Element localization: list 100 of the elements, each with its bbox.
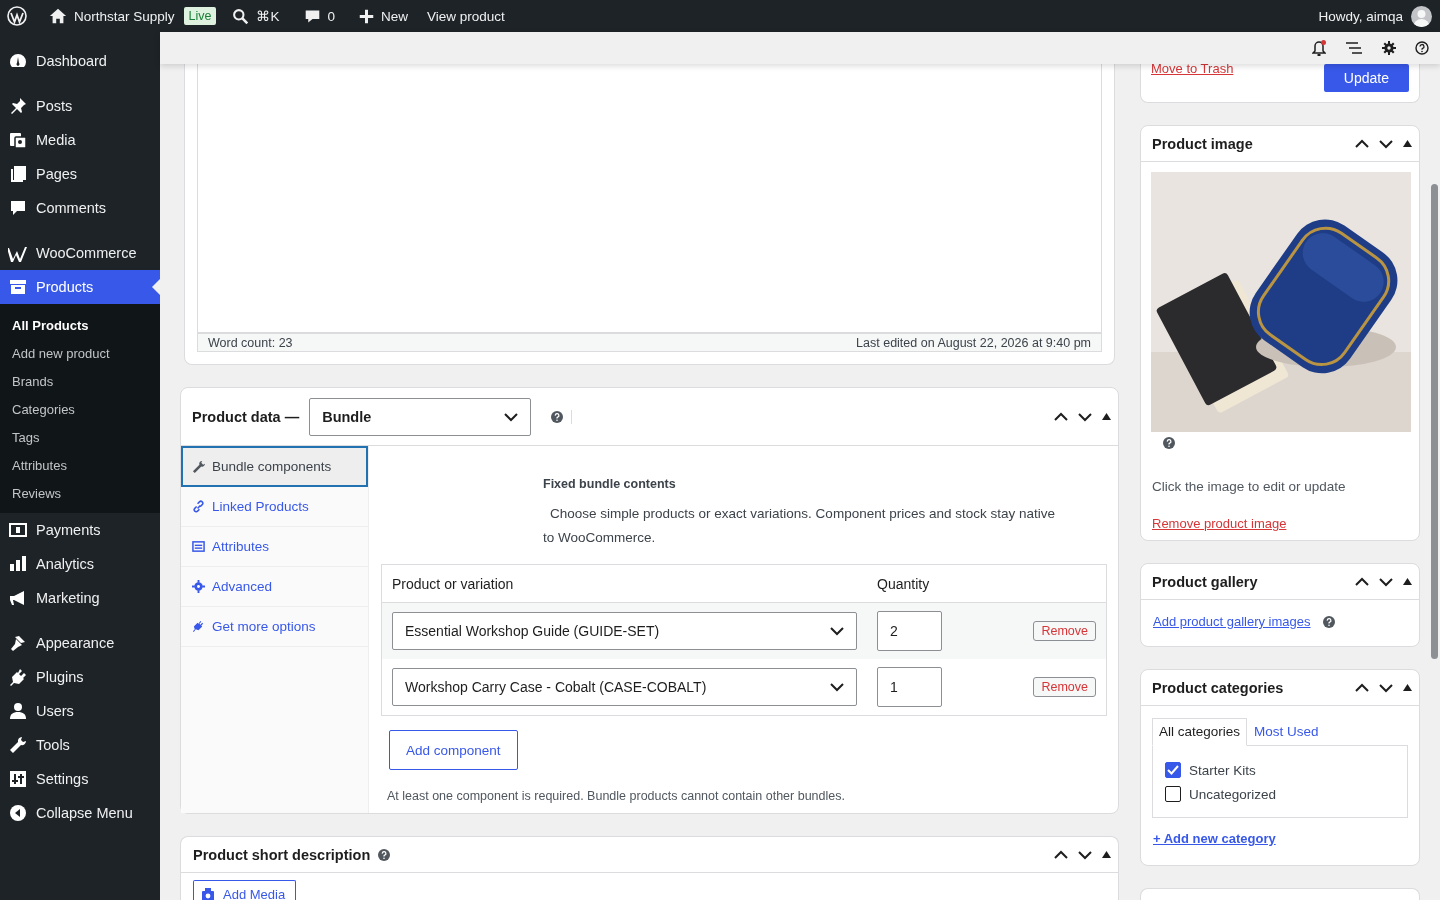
move-to-trash-link[interactable]: Move to Trash bbox=[1151, 64, 1234, 76]
remove-button[interactable]: Remove bbox=[1033, 677, 1096, 697]
sidebar-item[interactable]: Settings bbox=[0, 762, 160, 796]
tab[interactable]: Bundle components bbox=[181, 446, 368, 487]
chevron-down-icon bbox=[1379, 576, 1393, 587]
panel-title: Product categories bbox=[1152, 679, 1284, 696]
product-select[interactable]: Essential Workshop Guide (GUIDE-SET) bbox=[392, 612, 857, 650]
sidebar-item[interactable]: Analytics bbox=[0, 547, 160, 581]
sidebar-item[interactable]: Collapse Menu bbox=[0, 796, 160, 830]
checkbox[interactable] bbox=[1165, 762, 1181, 778]
bar-chart-icon bbox=[8, 554, 28, 574]
panel-title: Product short description bbox=[193, 846, 371, 863]
triangle-up-icon bbox=[1403, 578, 1412, 585]
chevron-up-icon bbox=[1355, 576, 1369, 587]
sliders-icon bbox=[8, 769, 28, 789]
product-type-select[interactable]: Bundle bbox=[309, 397, 532, 436]
speech-bubble-icon bbox=[8, 198, 28, 218]
plus-icon bbox=[359, 8, 374, 24]
image-hint: Click the image to edit or update bbox=[1152, 479, 1347, 494]
category-tab[interactable]: All categories bbox=[1152, 718, 1248, 746]
submenu-item[interactable]: Tags bbox=[0, 423, 160, 451]
quantity-field[interactable]: 2 bbox=[877, 611, 942, 651]
plug-icon bbox=[192, 620, 205, 633]
add-component-button[interactable]: Add component bbox=[389, 730, 518, 770]
submenu-item[interactable]: Attributes bbox=[0, 451, 160, 479]
view-product-link[interactable]: View product bbox=[427, 8, 505, 24]
add-media-button[interactable]: Add Media bbox=[193, 880, 297, 900]
sidebar-item[interactable]: Comments bbox=[0, 191, 160, 225]
chevron-up-icon bbox=[1054, 411, 1068, 422]
remove-button[interactable]: Remove bbox=[1033, 621, 1096, 641]
gear-icon bbox=[1382, 41, 1396, 55]
scrollbar[interactable] bbox=[1431, 184, 1438, 659]
sidebar-item[interactable]: Dashboard bbox=[0, 44, 160, 78]
add-gallery-link[interactable]: Add product gallery images bbox=[1153, 614, 1311, 629]
wrench-icon bbox=[192, 460, 205, 473]
chevron-down-icon bbox=[504, 411, 519, 422]
panel-title: Product data — bbox=[192, 408, 300, 425]
sidebar-item[interactable]: Pages bbox=[0, 157, 160, 191]
last-edited: Last edited on August 22, 2026 at 9:40 pm bbox=[856, 335, 1091, 350]
shortcut-label[interactable]: ⌘K bbox=[256, 8, 280, 24]
triangle-up-icon bbox=[1102, 851, 1111, 858]
submenu-item[interactable]: Reviews bbox=[0, 479, 160, 507]
chevron-down-icon bbox=[1078, 849, 1092, 860]
help-icon bbox=[1322, 615, 1335, 628]
triangle-up-icon bbox=[1102, 413, 1111, 420]
sidebar-item[interactable]: Appearance bbox=[0, 626, 160, 660]
wrench-icon bbox=[8, 735, 28, 755]
product-select[interactable]: Workshop Carry Case - Cobalt (CASE-COBALT) bbox=[392, 668, 857, 706]
submenu-item[interactable]: Add new product bbox=[0, 339, 160, 367]
submenu-item[interactable]: Categories bbox=[0, 395, 160, 423]
remove-image-link[interactable]: Remove product image bbox=[1152, 516, 1287, 531]
box-icon bbox=[8, 277, 28, 297]
help-icon bbox=[378, 848, 391, 861]
search-icon bbox=[232, 7, 250, 25]
triangle-up-icon bbox=[1403, 684, 1412, 691]
tab[interactable]: Attributes bbox=[181, 527, 368, 567]
sidebar-item[interactable]: Tools bbox=[0, 728, 160, 762]
chevron-down-icon bbox=[830, 626, 844, 636]
tab[interactable]: Get more options bbox=[181, 607, 368, 647]
word-count: Word count: 23 bbox=[208, 335, 293, 350]
chevron-down-icon bbox=[1379, 138, 1393, 149]
plug-icon bbox=[8, 667, 28, 687]
sidebar-item[interactable]: WooCommerce bbox=[0, 236, 160, 270]
site-name[interactable]: Northstar Supply bbox=[74, 8, 175, 24]
chevron-down-icon bbox=[830, 682, 844, 692]
panel-title: Product gallery bbox=[1152, 573, 1258, 590]
triangle-up-icon bbox=[1403, 140, 1412, 147]
list-icon bbox=[1345, 41, 1363, 55]
help-note: At least one component is required. Bundle products cannot contain other bundles. bbox=[387, 789, 846, 803]
help-icon bbox=[551, 410, 564, 423]
greeting[interactable]: Howdy, aimqa bbox=[1318, 8, 1403, 24]
panel-title: Product image bbox=[1152, 135, 1253, 152]
new-link[interactable]: New bbox=[381, 8, 409, 24]
sidebar-item[interactable]: Users bbox=[0, 694, 160, 728]
list-icon bbox=[192, 540, 205, 553]
add-category-link[interactable]: + Add new category bbox=[1153, 831, 1276, 846]
sidebar-item[interactable]: Media bbox=[0, 123, 160, 157]
chevron-up-icon bbox=[1355, 682, 1369, 693]
quantity-field[interactable]: 1 bbox=[877, 667, 942, 707]
tab[interactable]: Linked Products bbox=[181, 487, 368, 527]
gear-icon bbox=[192, 580, 205, 593]
tab[interactable]: Advanced bbox=[181, 567, 368, 607]
section-title: Fixed bundle contents bbox=[543, 477, 677, 491]
sidebar-item[interactable]: Marketing bbox=[0, 581, 160, 615]
logo-icon bbox=[7, 6, 27, 26]
submenu-item[interactable]: Brands bbox=[0, 367, 160, 395]
category-label: Uncategorized bbox=[1189, 786, 1277, 802]
sidebar-item[interactable]: Plugins bbox=[0, 660, 160, 694]
submenu-item[interactable]: All Products bbox=[0, 311, 160, 339]
checkbox[interactable] bbox=[1165, 786, 1181, 802]
pages-icon bbox=[8, 164, 28, 184]
sidebar-item[interactable]: Payments bbox=[0, 513, 160, 547]
sidebar-item[interactable]: Products bbox=[0, 270, 160, 304]
category-tab[interactable]: Most Used bbox=[1247, 718, 1326, 745]
sidebar-item[interactable]: Posts bbox=[0, 89, 160, 123]
category-label: Starter Kits bbox=[1189, 762, 1256, 778]
update-button[interactable]: Update bbox=[1323, 64, 1409, 92]
avatar[interactable] bbox=[1411, 5, 1432, 27]
column-header: Quantity bbox=[867, 564, 1017, 603]
comment-count[interactable]: 0 bbox=[327, 8, 335, 24]
